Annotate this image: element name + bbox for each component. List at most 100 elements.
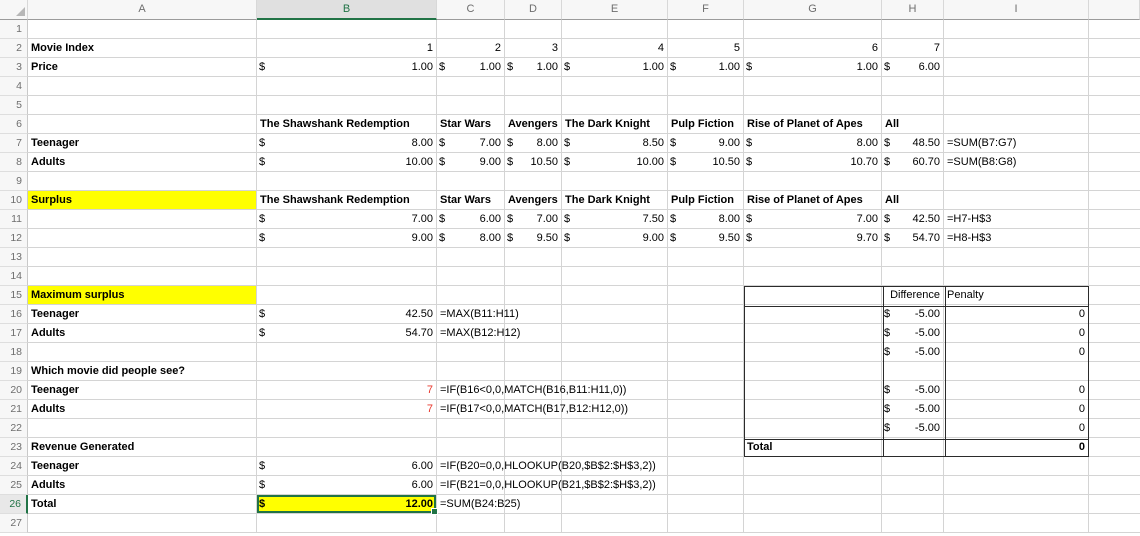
cell-A9[interactable] <box>28 172 257 191</box>
cell-H11[interactable]: $42.50 <box>882 210 944 229</box>
cell-H12[interactable]: $54.70 <box>882 229 944 248</box>
cell-I5[interactable] <box>944 96 1089 115</box>
cell-C14[interactable] <box>437 267 505 286</box>
cell-C7[interactable]: $7.00 <box>437 134 505 153</box>
cell-F9[interactable] <box>668 172 744 191</box>
cell-A27[interactable] <box>28 514 257 533</box>
column-header-D[interactable]: D <box>505 0 562 20</box>
cell-E2[interactable]: 4 <box>562 39 668 58</box>
row-header-4[interactable]: 4 <box>0 77 28 96</box>
row-header-7[interactable]: 7 <box>0 134 28 153</box>
cell-F6[interactable]: Pulp Fiction <box>668 115 744 134</box>
cell-F24[interactable] <box>668 457 744 476</box>
cell-F18[interactable] <box>668 343 744 362</box>
cell-I12[interactable]: =H8-H$3 <box>944 229 1089 248</box>
cell-B11[interactable]: $7.00 <box>257 210 437 229</box>
cell-C6[interactable]: Star Wars <box>437 115 505 134</box>
cell-E3[interactable]: $1.00 <box>562 58 668 77</box>
cell-I7[interactable]: =SUM(B7:G7) <box>944 134 1089 153</box>
cell-D23[interactable] <box>505 438 562 457</box>
cell-A17[interactable]: Adults <box>28 324 257 343</box>
cell-D4[interactable] <box>505 77 562 96</box>
cell-I18[interactable]: 0 <box>944 343 1089 362</box>
cell-C21[interactable]: =IF(B17<0,0,MATCH(B17,B12:H12,0)) <box>437 400 505 419</box>
selection-fill-handle[interactable] <box>431 508 438 515</box>
cell-B22[interactable] <box>257 419 437 438</box>
cell-A2[interactable]: Movie Index <box>28 39 257 58</box>
cell-B5[interactable] <box>257 96 437 115</box>
cell-I19[interactable] <box>944 362 1089 381</box>
cell-B6[interactable]: The Shawshank Redemption <box>257 115 437 134</box>
cell-C9[interactable] <box>437 172 505 191</box>
cell-G7[interactable]: $8.00 <box>744 134 882 153</box>
cell-C18[interactable] <box>437 343 505 362</box>
cell-F22[interactable] <box>668 419 744 438</box>
cell-H26[interactable] <box>882 495 944 514</box>
cell-B25[interactable]: $6.00 <box>257 476 437 495</box>
cell-E15[interactable] <box>562 286 668 305</box>
cell-C12[interactable]: $8.00 <box>437 229 505 248</box>
row-header-5[interactable]: 5 <box>0 96 28 115</box>
cell-G16[interactable] <box>744 305 882 324</box>
cell-H7[interactable]: $48.50 <box>882 134 944 153</box>
cell-G27[interactable] <box>744 514 882 533</box>
cell-C2[interactable]: 2 <box>437 39 505 58</box>
cell-D11[interactable]: $7.00 <box>505 210 562 229</box>
cell-H25[interactable] <box>882 476 944 495</box>
cell-E10[interactable]: The Dark Knight <box>562 191 668 210</box>
cell-G17[interactable] <box>744 324 882 343</box>
cell-F19[interactable] <box>668 362 744 381</box>
cell-F4[interactable] <box>668 77 744 96</box>
cell-D3[interactable]: $1.00 <box>505 58 562 77</box>
row-header-12[interactable]: 12 <box>0 229 28 248</box>
row-header-16[interactable]: 16 <box>0 305 28 324</box>
cell-H3[interactable]: $6.00 <box>882 58 944 77</box>
select-all-corner[interactable] <box>0 0 28 20</box>
cell-H4[interactable] <box>882 77 944 96</box>
cell-D1[interactable] <box>505 20 562 39</box>
cell-H24[interactable] <box>882 457 944 476</box>
cell-C1[interactable] <box>437 20 505 39</box>
cell-B3[interactable]: $1.00 <box>257 58 437 77</box>
cell-B4[interactable] <box>257 77 437 96</box>
cell-A8[interactable]: Adults <box>28 153 257 172</box>
cell-E8[interactable]: $10.00 <box>562 153 668 172</box>
column-header-H[interactable]: H <box>882 0 944 20</box>
cell-B9[interactable] <box>257 172 437 191</box>
cell-G3[interactable]: $1.00 <box>744 58 882 77</box>
cell-D12[interactable]: $9.50 <box>505 229 562 248</box>
cell-F17[interactable] <box>668 324 744 343</box>
cell-E17[interactable] <box>562 324 668 343</box>
cell-C27[interactable] <box>437 514 505 533</box>
cell-C22[interactable] <box>437 419 505 438</box>
cell-D7[interactable]: $8.00 <box>505 134 562 153</box>
cell-B14[interactable] <box>257 267 437 286</box>
cell-F11[interactable]: $8.00 <box>668 210 744 229</box>
cell-C20[interactable]: =IF(B16<0,0,MATCH(B16,B11:H11,0)) <box>437 381 505 400</box>
cell-C24[interactable]: =IF(B20=0,0,HLOOKUP(B20,$B$2:$H$3,2)) <box>437 457 505 476</box>
cell-B13[interactable] <box>257 248 437 267</box>
cell-E6[interactable]: The Dark Knight <box>562 115 668 134</box>
cell-B10[interactable]: The Shawshank Redemption <box>257 191 437 210</box>
cell-B12[interactable]: $9.00 <box>257 229 437 248</box>
cell-H23[interactable] <box>882 438 944 457</box>
column-header-C[interactable]: C <box>437 0 505 20</box>
cell-E23[interactable] <box>562 438 668 457</box>
cell-D27[interactable] <box>505 514 562 533</box>
cell-B23[interactable] <box>257 438 437 457</box>
cell-B26[interactable]: $12.00 <box>257 495 437 514</box>
cell-G4[interactable] <box>744 77 882 96</box>
cell-H17[interactable]: $-5.00 <box>882 324 944 343</box>
row-header-18[interactable]: 18 <box>0 343 28 362</box>
column-header-F[interactable]: F <box>668 0 744 20</box>
row-header-20[interactable]: 20 <box>0 381 28 400</box>
cell-B24[interactable]: $6.00 <box>257 457 437 476</box>
cell-I24[interactable] <box>944 457 1089 476</box>
cell-D2[interactable]: 3 <box>505 39 562 58</box>
cell-G22[interactable] <box>744 419 882 438</box>
cell-A5[interactable] <box>28 96 257 115</box>
cell-A7[interactable]: Teenager <box>28 134 257 153</box>
cell-A21[interactable]: Adults <box>28 400 257 419</box>
cell-H21[interactable]: $-5.00 <box>882 400 944 419</box>
cell-E12[interactable]: $9.00 <box>562 229 668 248</box>
